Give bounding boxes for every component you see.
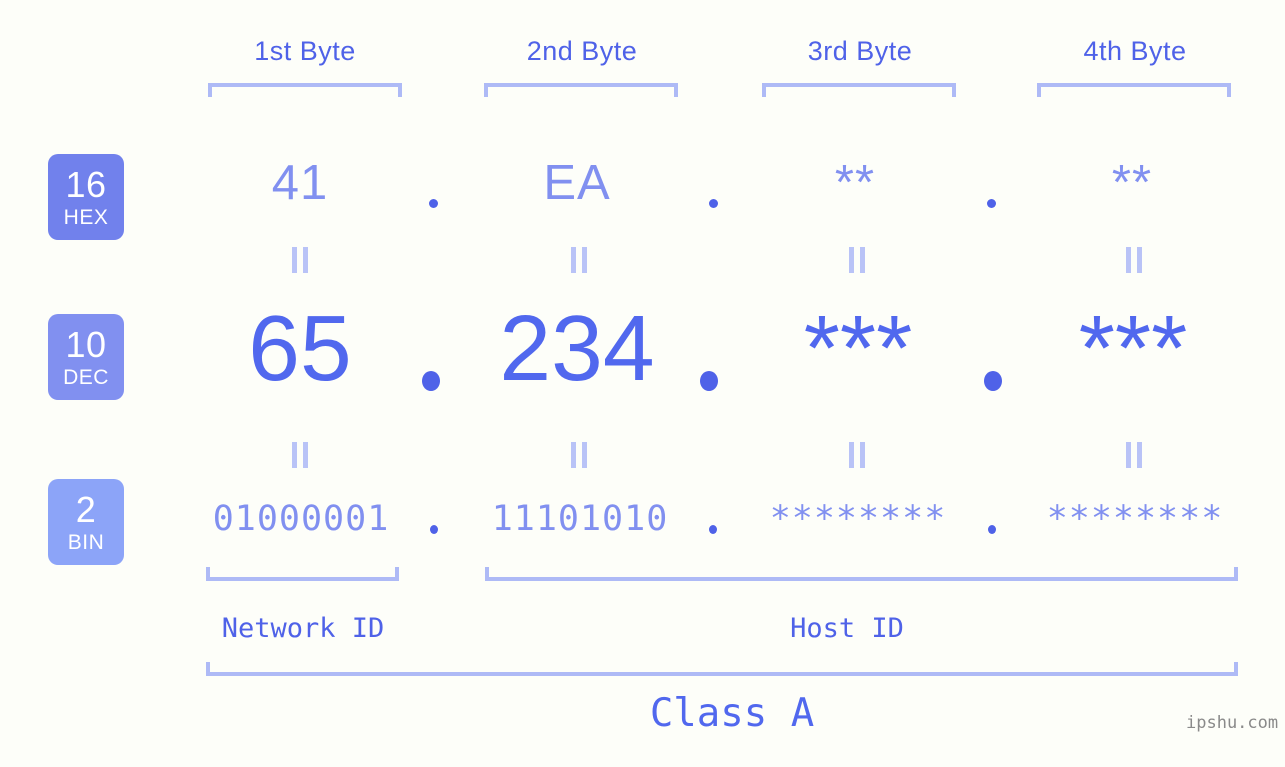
- base-badge-bin-number: 2: [75, 488, 97, 530]
- equals-icon-dec-bin-2: [568, 442, 590, 468]
- equals-icon-dec-bin-4: [1123, 442, 1145, 468]
- dec-separator-3: [984, 371, 1002, 391]
- equals-icon-dec-bin-3: [846, 442, 868, 468]
- bin-byte-1-value: 01000001: [212, 499, 390, 539]
- byte-header-3: 3rd Byte: [807, 36, 913, 66]
- equals-icon-hex-dec-2: [568, 247, 590, 273]
- base-badge-hex-number: 16: [65, 163, 107, 205]
- base-badge-hex: 16 HEX: [48, 154, 124, 240]
- base-badge-dec-label: DEC: [63, 365, 109, 389]
- host-id-bracket: [485, 567, 1238, 581]
- class-label: Class A: [649, 691, 815, 736]
- hex-byte-4-value: **: [1111, 156, 1153, 210]
- dec-byte-1-value: 65: [248, 296, 352, 400]
- dec-byte-4-value: ***: [1078, 296, 1188, 400]
- bin-byte-4-value: ********: [1046, 499, 1224, 539]
- host-id-label: Host ID: [790, 613, 904, 644]
- network-id-label: Network ID: [221, 613, 385, 644]
- site-watermark: ipshu.com: [1186, 713, 1279, 733]
- dec-byte-2-value: 234: [499, 296, 655, 400]
- bin-separator-3: [988, 525, 996, 534]
- base-badge-dec-number: 10: [65, 323, 107, 365]
- base-badge-bin-label: BIN: [67, 530, 105, 554]
- dec-separator-1: [422, 371, 440, 391]
- bin-byte-3-value: ********: [769, 499, 947, 539]
- class-bracket: [206, 662, 1238, 676]
- base-badge-dec: 10 DEC: [48, 314, 124, 400]
- network-id-bracket: [206, 567, 399, 581]
- ip-address-breakdown-diagram: 1st Byte 2nd Byte 3rd Byte 4th Byte 16 H…: [0, 0, 1285, 767]
- equals-icon-hex-dec-3: [846, 247, 868, 273]
- bin-separator-2: [709, 525, 717, 534]
- byte-bracket-2: [484, 83, 678, 97]
- hex-separator-1: [429, 199, 438, 208]
- equals-icon-hex-dec-4: [1123, 247, 1145, 273]
- byte-header-4: 4th Byte: [1083, 36, 1187, 66]
- equals-icon-dec-bin-1: [289, 442, 311, 468]
- dec-separator-2: [700, 371, 718, 391]
- byte-bracket-1: [208, 83, 402, 97]
- hex-byte-2-value: EA: [543, 156, 611, 210]
- equals-icon-hex-dec-1: [289, 247, 311, 273]
- hex-separator-3: [987, 199, 996, 208]
- hex-separator-2: [709, 199, 718, 208]
- bin-separator-1: [430, 525, 438, 534]
- byte-bracket-4: [1037, 83, 1231, 97]
- base-badge-bin: 2 BIN: [48, 479, 124, 565]
- base-badge-hex-label: HEX: [63, 205, 109, 229]
- byte-header-1: 1st Byte: [254, 36, 356, 66]
- byte-bracket-3: [762, 83, 956, 97]
- dec-byte-3-value: ***: [803, 296, 913, 400]
- bin-byte-2-value: 11101010: [491, 499, 669, 539]
- byte-header-2: 2nd Byte: [526, 36, 638, 66]
- hex-byte-3-value: **: [834, 156, 876, 210]
- hex-byte-1-value: 41: [271, 156, 329, 210]
